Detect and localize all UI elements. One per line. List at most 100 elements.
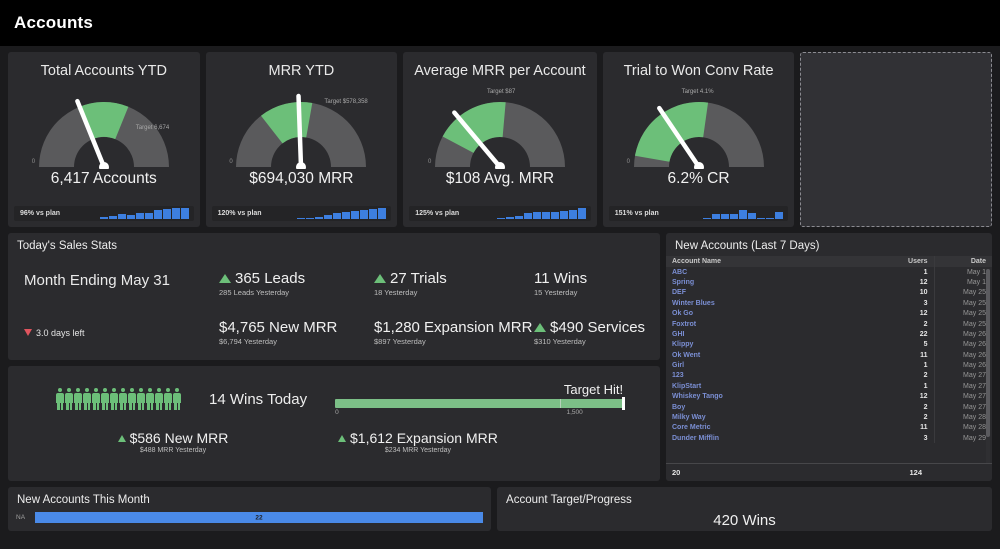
column-header-date[interactable]: Date <box>934 256 992 267</box>
sparkline-bar <box>533 212 541 219</box>
bar-series-0[interactable]: 22 <box>35 512 483 523</box>
gauge-target-label: Target $578,358 <box>324 99 367 105</box>
table-row[interactable]: Ok Went11May 26 <box>666 350 992 360</box>
table-row[interactable]: Foxtrot2May 25 <box>666 319 992 329</box>
stat-sub: $310 Yesterday <box>534 337 674 346</box>
cell-account-name[interactable]: Whiskey Tango <box>666 392 888 402</box>
kpi-card-trial-to-won[interactable]: Trial to Won Conv Rate Target 4.1% 0 6.2… <box>603 52 795 227</box>
table-row[interactable]: ABC1May 1 <box>666 267 992 277</box>
table-scrollbar[interactable] <box>986 269 990 465</box>
kpi-card-total-accounts[interactable]: Total Accounts YTD Target 6,674 0 6,417 … <box>8 52 200 227</box>
column-header-account-name[interactable]: Account Name <box>666 256 888 267</box>
table-row[interactable]: Core Metric11May 28 <box>666 423 992 433</box>
sparkline-bar <box>739 210 747 219</box>
trend-up-icon <box>534 323 546 332</box>
trend-up-icon <box>219 274 231 283</box>
cell-account-name[interactable]: Winter Blues <box>666 298 888 308</box>
gauge-zero-label: 0 <box>229 159 232 165</box>
cell-account-name[interactable]: Klippy <box>666 340 888 350</box>
cell-account-name[interactable]: Ok Went <box>666 350 888 360</box>
sparkline-bar <box>297 218 305 219</box>
cell-account-name[interactable]: ABC <box>666 267 888 277</box>
sparkline-bar <box>748 213 756 219</box>
kpi-plan-label: 96% vs plan <box>14 210 60 217</box>
sparkline-bar <box>578 208 586 219</box>
stat-value: $4,765 New MRR <box>219 319 337 336</box>
table-row[interactable]: DEF10May 25 <box>666 288 992 298</box>
kpi-value: $108 Avg. MRR <box>446 170 554 188</box>
cell-users: 2 <box>888 319 934 329</box>
footer-row-count: 20 <box>672 468 680 477</box>
stat-leads: 365 Leads 285 Leads Yesterday <box>219 270 374 297</box>
person-icon <box>119 388 127 410</box>
sparkline-bar <box>109 216 117 219</box>
person-icon <box>146 388 154 410</box>
bar-value-label: 22 <box>255 514 262 521</box>
cell-account-name[interactable]: Ok Go <box>666 309 888 319</box>
table-header-row: Account Name Users Date <box>666 256 992 267</box>
empty-widget-placeholder[interactable] <box>800 52 992 227</box>
table-scrollbar-thumb[interactable] <box>986 269 990 437</box>
table-row[interactable]: GHI22May 26 <box>666 329 992 339</box>
sparkline-bar <box>775 212 783 219</box>
table-row[interactable]: Whiskey Tango12May 27 <box>666 392 992 402</box>
table-row[interactable]: Spring12May 1 <box>666 277 992 287</box>
cell-account-name[interactable]: Foxtrot <box>666 319 888 329</box>
cell-account-name[interactable]: Boy <box>666 402 888 412</box>
kpi-value: 6,417 Accounts <box>51 170 157 188</box>
cell-date: May 26 <box>934 360 992 370</box>
table-row[interactable]: Girl1May 26 <box>666 360 992 370</box>
gauge-zero-label: 0 <box>428 159 431 165</box>
stat-trials: 27 Trials 18 Yesterday <box>374 270 534 297</box>
sparkline-bar <box>163 209 171 219</box>
sparkline-bar <box>351 211 359 219</box>
kpi-sparkline <box>703 208 788 219</box>
table-row[interactable]: Boy2May 27 <box>666 402 992 412</box>
kpi-value: $694,030 MRR <box>249 170 353 188</box>
cell-account-name[interactable]: KlipStart <box>666 381 888 391</box>
cell-date: May 25 <box>934 288 992 298</box>
column-header-users[interactable]: Users <box>888 256 934 267</box>
gauge-target-label: Target 4.1% <box>682 89 714 95</box>
target-hit-label: Target Hit! <box>335 382 623 397</box>
sparkline-bar <box>721 214 729 219</box>
kpi-plan-label: 120% vs plan <box>212 210 262 217</box>
cell-account-name[interactable]: Milky Way <box>666 412 888 422</box>
person-icon <box>128 388 136 410</box>
sparkline-bar <box>378 208 386 219</box>
footer-users-total: 124 <box>909 468 986 477</box>
cell-account-name[interactable]: Girl <box>666 360 888 370</box>
table-row[interactable]: Winter Blues3May 25 <box>666 298 992 308</box>
cell-account-name[interactable]: DEF <box>666 288 888 298</box>
sparkline-bar <box>333 213 341 219</box>
table-row[interactable]: 1232May 27 <box>666 371 992 381</box>
table-row[interactable]: Milky Way2May 28 <box>666 412 992 422</box>
table-row[interactable]: Klippy5May 26 <box>666 340 992 350</box>
kpi-value: 6.2% CR <box>668 170 730 188</box>
table-row[interactable]: Dunder Mifflin3May 29 <box>666 433 992 443</box>
sparkline-bar <box>542 212 550 219</box>
cell-account-name[interactable]: GHI <box>666 329 888 339</box>
target-endcap <box>622 397 625 410</box>
table-footer: 20 124 <box>666 463 992 481</box>
table-row[interactable]: Ok Go12May 25 <box>666 309 992 319</box>
kpi-card-mrr-ytd[interactable]: MRR YTD Target $578,358 0 $694,030 MRR 1… <box>206 52 398 227</box>
new-accounts-this-month-panel: New Accounts This Month NA 22 <box>8 487 491 531</box>
cell-account-name[interactable]: 123 <box>666 371 888 381</box>
person-icon <box>56 388 64 410</box>
cell-date: May 29 <box>934 433 992 443</box>
scale-max: 1,500 <box>567 409 583 416</box>
cell-account-name[interactable]: Core Metric <box>666 423 888 433</box>
cell-account-name[interactable]: Dunder Mifflin <box>666 433 888 443</box>
cell-users: 2 <box>888 402 934 412</box>
cell-date: May 28 <box>934 423 992 433</box>
app-header: Accounts <box>0 0 1000 46</box>
kpi-card-avg-mrr-per-account[interactable]: Average MRR per Account Target $87 0 $10… <box>403 52 597 227</box>
todays-sales-stats-panel: Today's Sales Stats Month Ending May 31 … <box>8 233 660 360</box>
stat-value: 365 Leads <box>235 270 305 287</box>
sparkline-bar <box>100 217 108 219</box>
wins-expansion-mrr: $1,612 Expansion MRR $234 MRR Yesterday <box>338 430 498 454</box>
gauge-svg <box>610 83 788 169</box>
table-row[interactable]: KlipStart1May 27 <box>666 381 992 391</box>
cell-account-name[interactable]: Spring <box>666 277 888 287</box>
